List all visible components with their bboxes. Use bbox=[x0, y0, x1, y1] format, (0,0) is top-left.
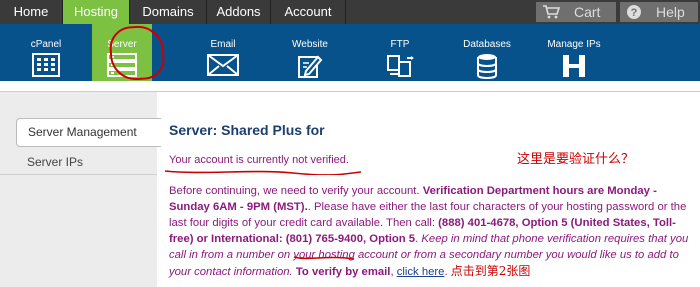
tab-domains[interactable]: Domains bbox=[130, 0, 207, 24]
ftp-button[interactable]: FTP bbox=[372, 24, 428, 81]
page-title: Server: Shared Plus for bbox=[169, 122, 325, 138]
manage-ips-icon bbox=[563, 55, 585, 77]
warning-underline-annotation bbox=[164, 170, 362, 175]
ftp-icon bbox=[387, 55, 414, 77]
databases-label: Databases bbox=[463, 39, 511, 50]
verification-instructions: Before continuing, we need to verify you… bbox=[169, 183, 694, 280]
tab-addons[interactable]: Addons bbox=[207, 0, 271, 24]
end-text: . bbox=[444, 266, 448, 278]
help-icon: ? bbox=[627, 5, 641, 19]
tab-home[interactable]: Home bbox=[0, 0, 63, 24]
email-icon bbox=[207, 54, 239, 76]
email-verify-text: To verify by email bbox=[295, 266, 391, 278]
tab-hosting[interactable]: Hosting bbox=[63, 0, 130, 24]
cpanel-icon bbox=[32, 53, 60, 77]
sidebar: Server Management Server IPs bbox=[0, 91, 161, 287]
link-underline-annotation bbox=[293, 256, 355, 260]
sidebar-item-server-management[interactable]: Server Management bbox=[16, 118, 161, 147]
sidebar-divider bbox=[0, 174, 157, 175]
cpanel-label: cPanel bbox=[30, 39, 62, 50]
main-content: Server: Shared Plus for Your account is … bbox=[157, 91, 700, 286]
sidebar-item-server-ips[interactable]: Server IPs bbox=[27, 155, 83, 169]
cpanel-button[interactable]: cPanel bbox=[18, 24, 74, 81]
cart-icon bbox=[543, 5, 560, 19]
website-button[interactable]: Website bbox=[282, 24, 338, 81]
intro-text: Before continuing, we need to verify you… bbox=[169, 185, 423, 197]
svg-text:?: ? bbox=[631, 7, 638, 19]
help-button[interactable]: ? Help bbox=[620, 2, 698, 22]
top-navigation: Home Hosting Domains Addons Account Cart… bbox=[0, 0, 700, 24]
email-label: Email bbox=[210, 39, 236, 50]
annotation-click: 点击到第2张图 bbox=[450, 264, 531, 278]
ftp-label: FTP bbox=[390, 39, 410, 50]
email-button[interactable]: Email bbox=[195, 24, 251, 81]
databases-button[interactable]: Databases bbox=[456, 24, 518, 81]
verification-warning: Your account is currently not verified. bbox=[169, 154, 349, 166]
annotation-question: 这里是要验证什么？ bbox=[517, 152, 635, 167]
databases-icon bbox=[477, 54, 497, 79]
click-here-link[interactable]: click here bbox=[397, 266, 445, 278]
help-label: Help bbox=[656, 4, 685, 20]
manage-ips-label: Manage IPs bbox=[547, 39, 601, 50]
tab-account[interactable]: Account bbox=[271, 0, 346, 24]
cart-label: Cart bbox=[574, 4, 601, 20]
manage-ips-button[interactable]: Manage IPs bbox=[542, 24, 606, 81]
website-label: Website bbox=[292, 39, 328, 50]
website-icon bbox=[298, 55, 323, 78]
hosting-toolbar: cPanel Server Email Website FTP Database… bbox=[0, 24, 700, 81]
cart-button[interactable]: Cart bbox=[536, 2, 616, 22]
